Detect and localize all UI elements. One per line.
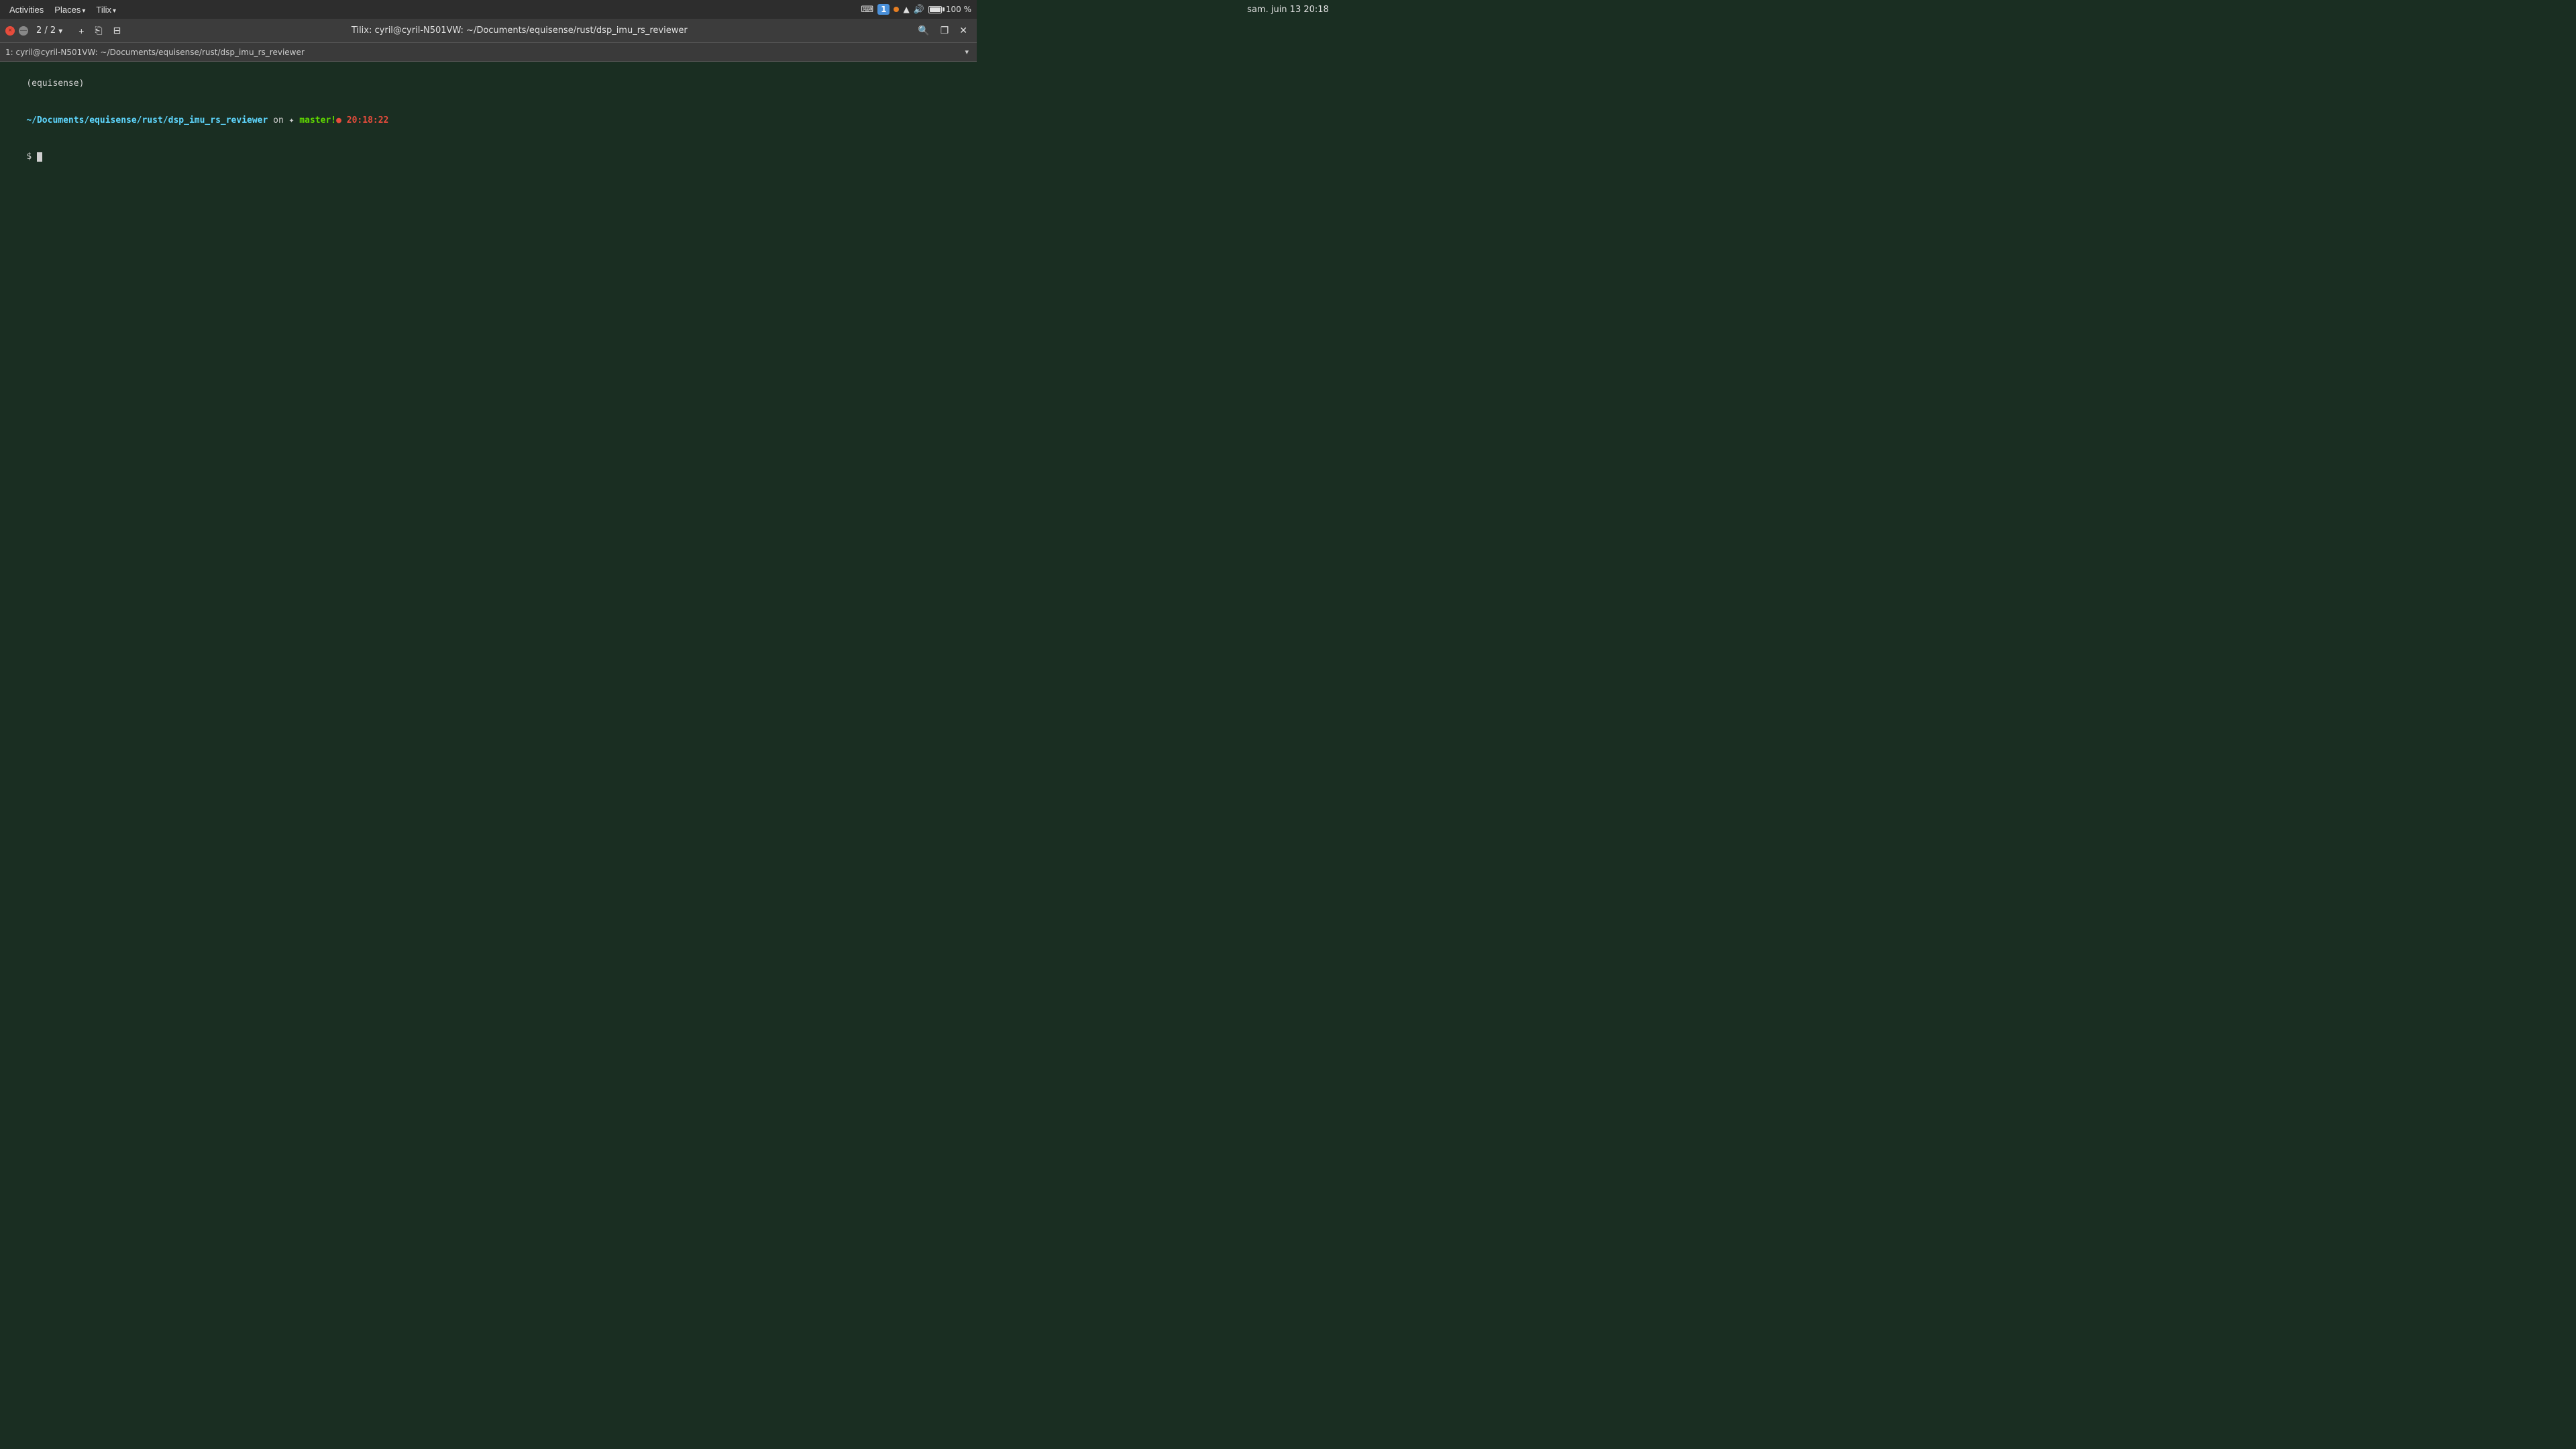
window-actions-right: 🔍 ❐ ✕ (914, 23, 971, 38)
keyboard-icon: ⌨ (861, 5, 873, 15)
close-icon: × (8, 27, 12, 34)
title-bar: × — 2 / 2 ▾ + ⎗ ⊟ Tilix: cyril@cyril-N50… (0, 19, 977, 43)
activities-button[interactable]: Activities (5, 3, 48, 16)
system-bar-datetime: sam. juin 13 20:18 (1247, 5, 1329, 15)
tilix-arrow-icon: ▾ (113, 7, 116, 15)
system-bar-left: Activities Places▾ Tilix▾ (5, 3, 120, 16)
tab-counter-dropdown-button[interactable]: ▾ (57, 25, 64, 37)
path-text: 1: cyril@cyril-N501VW: ~/Documents/equis… (5, 48, 959, 57)
system-bar: Activities Places▾ Tilix▾ sam. juin 13 2… (0, 0, 977, 19)
terminal-on: on (268, 115, 288, 125)
terminal-line-env: (equisense) (5, 66, 971, 103)
close-button[interactable]: ✕ (955, 23, 971, 38)
system-bar-right: ⌨ 1 ▲ 🔊 100 % (861, 4, 971, 15)
terminal-time: 20:18:22 (341, 115, 388, 125)
terminal-cursor (37, 152, 42, 162)
path-bar: 1: cyril@cyril-N501VW: ~/Documents/equis… (0, 43, 977, 62)
wifi-icon: ▲ (903, 5, 909, 14)
terminal[interactable]: (equisense) ~/Documents/equisense/rust/d… (0, 62, 977, 547)
terminal-line-prompt: ~/Documents/equisense/rust/dsp_imu_rs_re… (5, 103, 971, 140)
path-dropdown-button[interactable]: ▾ (962, 46, 971, 58)
restore-button[interactable]: ❐ (936, 23, 953, 38)
window-controls: × — (5, 26, 28, 36)
battery-percent: 100 % (946, 5, 971, 14)
terminal-path: ~/Documents/equisense/rust/dsp_imu_rs_re… (26, 115, 268, 125)
split-terminal-button[interactable]: ⊟ (109, 23, 125, 38)
search-button[interactable]: 🔍 (914, 23, 933, 38)
minimize-window-button[interactable]: — (19, 26, 28, 36)
tilix-label: Tilix (96, 5, 111, 15)
title-bar-actions: + ⎗ ⊟ (74, 23, 125, 38)
battery-icon (928, 6, 942, 13)
tab-counter-text: 2 / 2 (36, 25, 56, 36)
terminal-prompt: $ (26, 152, 37, 162)
window-title: Tilix: cyril@cyril-N501VW: ~/Documents/e… (125, 25, 914, 36)
minimize-icon: — (20, 27, 27, 34)
close-icon: ✕ (959, 25, 967, 36)
places-label: Places (54, 5, 80, 15)
close-window-button[interactable]: × (5, 26, 15, 36)
terminal-dot: ● (336, 115, 341, 125)
terminal-env: (equisense) (26, 78, 84, 89)
detach-icon: ⎗ (95, 25, 102, 36)
tab-counter: 2 / 2 ▾ (36, 25, 64, 37)
network-dot-icon (894, 7, 899, 12)
terminal-branch: master! (294, 115, 336, 125)
tilix-button[interactable]: Tilix▾ (92, 3, 120, 16)
detach-tab-button[interactable]: ⎗ (91, 23, 106, 38)
places-button[interactable]: Places▾ (50, 3, 89, 16)
split-icon: ⊟ (113, 25, 121, 36)
restore-icon: ❐ (941, 25, 949, 36)
add-tab-button[interactable]: + (74, 23, 88, 38)
num-badge: 1 (877, 4, 890, 15)
status-icons: ⌨ 1 ▲ 🔊 100 % (861, 4, 971, 15)
search-icon: 🔍 (918, 25, 929, 36)
places-arrow-icon: ▾ (82, 7, 85, 15)
terminal-line-cursor: $ (5, 139, 971, 176)
volume-icon: 🔊 (914, 5, 924, 15)
